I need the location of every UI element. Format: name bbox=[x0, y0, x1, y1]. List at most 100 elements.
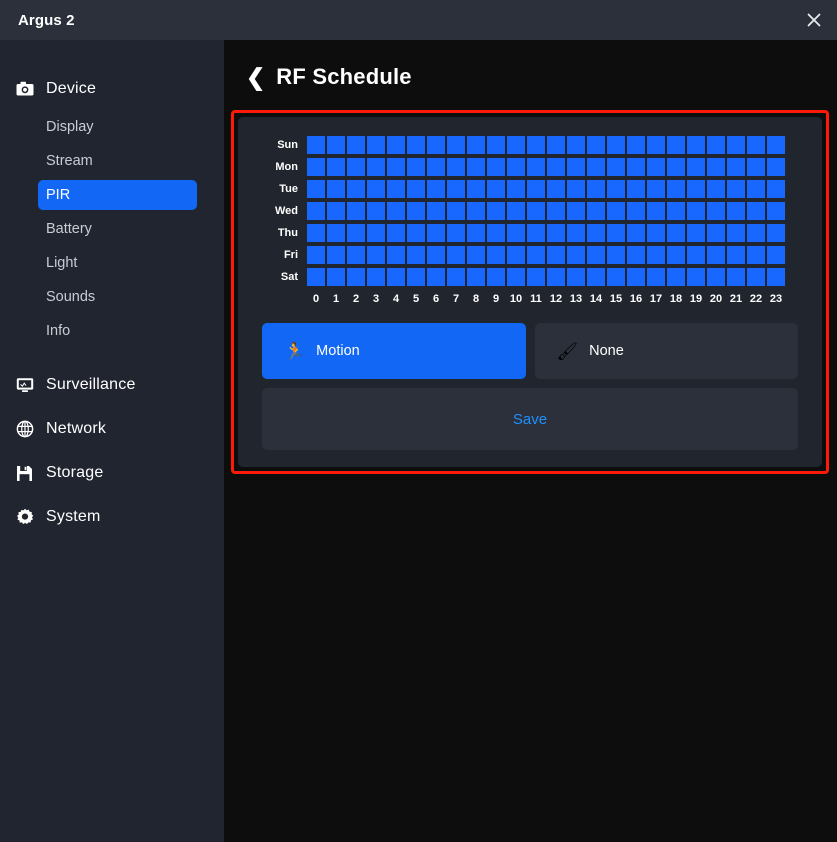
schedule-cell[interactable] bbox=[447, 268, 465, 286]
schedule-cell[interactable] bbox=[587, 224, 605, 242]
schedule-cell[interactable] bbox=[367, 180, 385, 198]
schedule-cell[interactable] bbox=[587, 246, 605, 264]
schedule-cell[interactable] bbox=[727, 246, 745, 264]
schedule-cell[interactable] bbox=[387, 158, 405, 176]
schedule-cell[interactable] bbox=[347, 246, 365, 264]
schedule-cell[interactable] bbox=[687, 136, 705, 154]
schedule-cell[interactable] bbox=[487, 202, 505, 220]
schedule-cell[interactable] bbox=[547, 246, 565, 264]
schedule-cell[interactable] bbox=[347, 158, 365, 176]
schedule-cell[interactable] bbox=[427, 246, 445, 264]
schedule-cell[interactable] bbox=[487, 246, 505, 264]
schedule-cell[interactable] bbox=[307, 158, 325, 176]
schedule-cell[interactable] bbox=[387, 246, 405, 264]
schedule-cell[interactable] bbox=[427, 202, 445, 220]
schedule-cell[interactable] bbox=[767, 158, 785, 176]
schedule-cell[interactable] bbox=[767, 224, 785, 242]
schedule-cell[interactable] bbox=[387, 136, 405, 154]
schedule-cell[interactable] bbox=[507, 246, 525, 264]
schedule-cell[interactable] bbox=[387, 202, 405, 220]
schedule-cell[interactable] bbox=[507, 224, 525, 242]
schedule-cell[interactable] bbox=[607, 136, 625, 154]
schedule-cell[interactable] bbox=[547, 268, 565, 286]
schedule-cell[interactable] bbox=[707, 224, 725, 242]
schedule-cell[interactable] bbox=[627, 224, 645, 242]
schedule-cell[interactable] bbox=[507, 180, 525, 198]
schedule-cell[interactable] bbox=[727, 158, 745, 176]
schedule-cell[interactable] bbox=[647, 246, 665, 264]
schedule-cell[interactable] bbox=[327, 180, 345, 198]
schedule-cell[interactable] bbox=[527, 246, 545, 264]
schedule-cell[interactable] bbox=[687, 202, 705, 220]
schedule-cell[interactable] bbox=[487, 268, 505, 286]
schedule-cell[interactable] bbox=[587, 136, 605, 154]
schedule-cell[interactable] bbox=[707, 136, 725, 154]
sidebar-item-pir[interactable]: PIR bbox=[38, 180, 197, 210]
schedule-cell[interactable] bbox=[347, 202, 365, 220]
schedule-cell[interactable] bbox=[307, 202, 325, 220]
schedule-cell[interactable] bbox=[647, 136, 665, 154]
schedule-cell[interactable] bbox=[547, 180, 565, 198]
schedule-cell[interactable] bbox=[367, 202, 385, 220]
schedule-cell[interactable] bbox=[767, 246, 785, 264]
schedule-cell[interactable] bbox=[307, 268, 325, 286]
schedule-cell[interactable] bbox=[327, 202, 345, 220]
schedule-cell[interactable] bbox=[667, 268, 685, 286]
schedule-cell[interactable] bbox=[667, 202, 685, 220]
schedule-cell[interactable] bbox=[407, 246, 425, 264]
schedule-cell[interactable] bbox=[587, 180, 605, 198]
schedule-cell[interactable] bbox=[347, 268, 365, 286]
schedule-cell[interactable] bbox=[367, 224, 385, 242]
schedule-cell[interactable] bbox=[307, 180, 325, 198]
schedule-cell[interactable] bbox=[307, 246, 325, 264]
schedule-cell[interactable] bbox=[727, 136, 745, 154]
schedule-cell[interactable] bbox=[707, 180, 725, 198]
schedule-cell[interactable] bbox=[667, 158, 685, 176]
schedule-cell[interactable] bbox=[747, 246, 765, 264]
schedule-cell[interactable] bbox=[687, 158, 705, 176]
schedule-cell[interactable] bbox=[427, 180, 445, 198]
close-button[interactable] bbox=[791, 0, 837, 40]
schedule-cell[interactable] bbox=[427, 158, 445, 176]
sidebar-item-light[interactable]: Light bbox=[38, 248, 197, 278]
schedule-cell[interactable] bbox=[747, 158, 765, 176]
schedule-cell[interactable] bbox=[667, 246, 685, 264]
schedule-cell[interactable] bbox=[607, 224, 625, 242]
schedule-cell[interactable] bbox=[607, 246, 625, 264]
schedule-cell[interactable] bbox=[627, 268, 645, 286]
schedule-cell[interactable] bbox=[667, 180, 685, 198]
schedule-cell[interactable] bbox=[327, 158, 345, 176]
schedule-cell[interactable] bbox=[487, 136, 505, 154]
schedule-cell[interactable] bbox=[747, 224, 765, 242]
schedule-cell[interactable] bbox=[587, 268, 605, 286]
schedule-cell[interactable] bbox=[487, 158, 505, 176]
schedule-cell[interactable] bbox=[707, 158, 725, 176]
schedule-cell[interactable] bbox=[467, 136, 485, 154]
back-icon[interactable]: ❮ bbox=[246, 65, 265, 89]
schedule-cell[interactable] bbox=[327, 224, 345, 242]
schedule-cell[interactable] bbox=[667, 224, 685, 242]
schedule-cell[interactable] bbox=[447, 158, 465, 176]
schedule-cell[interactable] bbox=[767, 180, 785, 198]
schedule-cell[interactable] bbox=[587, 158, 605, 176]
save-button[interactable]: Save bbox=[262, 388, 798, 450]
schedule-cell[interactable] bbox=[467, 202, 485, 220]
mode-button-motion[interactable]: 🏃 Motion bbox=[262, 323, 526, 379]
schedule-cell[interactable] bbox=[707, 246, 725, 264]
schedule-cell[interactable] bbox=[727, 180, 745, 198]
schedule-cell[interactable] bbox=[527, 158, 545, 176]
schedule-cell[interactable] bbox=[767, 136, 785, 154]
schedule-cell[interactable] bbox=[487, 180, 505, 198]
schedule-cell[interactable] bbox=[667, 136, 685, 154]
schedule-cell[interactable] bbox=[607, 158, 625, 176]
schedule-cell[interactable] bbox=[567, 180, 585, 198]
schedule-cell[interactable] bbox=[647, 180, 665, 198]
sidebar-group-surveillance[interactable]: Surveillance bbox=[0, 368, 224, 402]
schedule-cell[interactable] bbox=[747, 180, 765, 198]
schedule-cell[interactable] bbox=[747, 202, 765, 220]
schedule-cell[interactable] bbox=[747, 136, 765, 154]
schedule-cell[interactable] bbox=[527, 268, 545, 286]
schedule-cell[interactable] bbox=[427, 224, 445, 242]
schedule-cell[interactable] bbox=[547, 202, 565, 220]
schedule-cell[interactable] bbox=[467, 158, 485, 176]
